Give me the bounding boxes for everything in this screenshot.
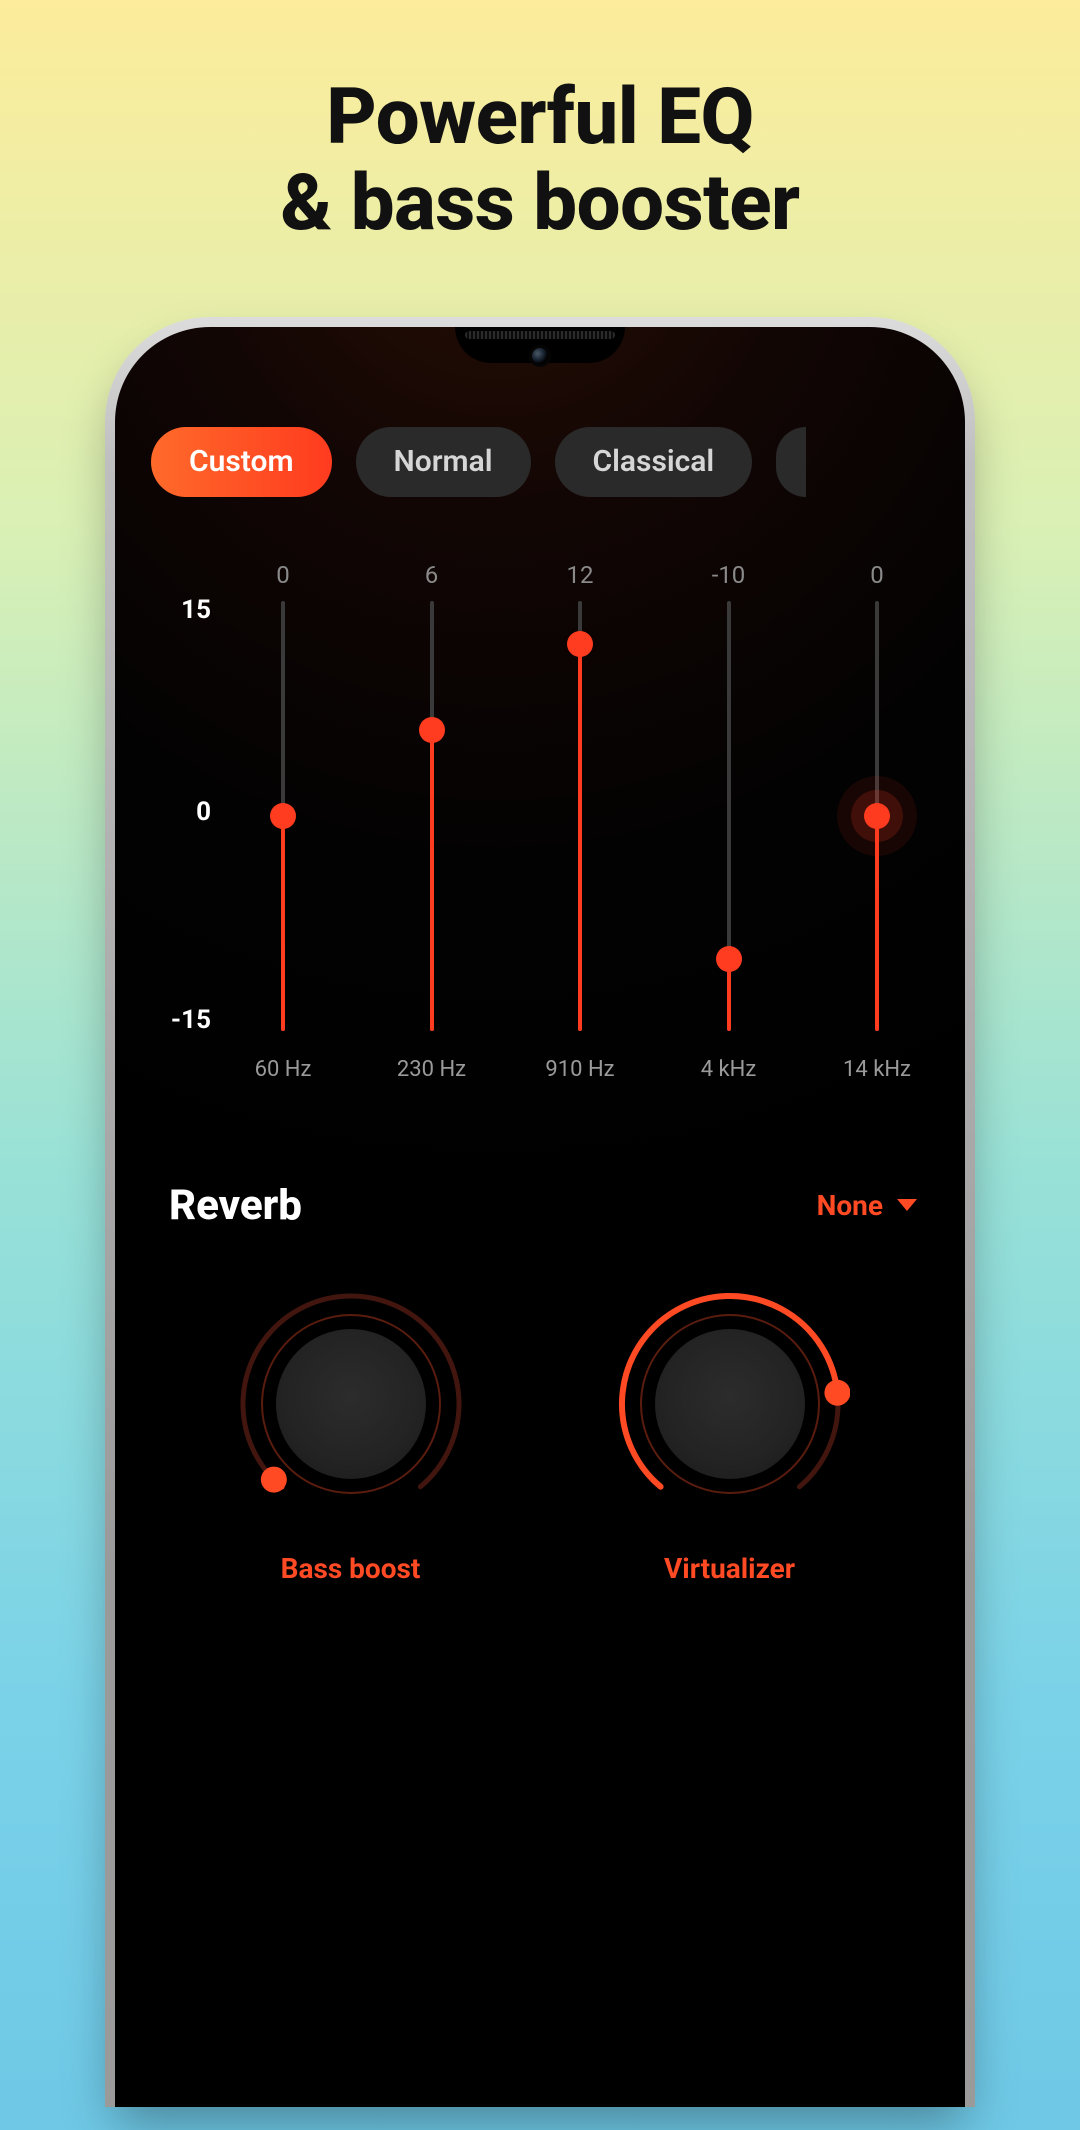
reverb-row: Reverb None xyxy=(151,1181,929,1230)
eq-slider-fill xyxy=(578,644,582,1031)
preset-pill-more[interactable] xyxy=(776,427,806,497)
eq-slider-thumb[interactable] xyxy=(864,803,890,829)
eq-slider-thumb[interactable] xyxy=(419,717,445,743)
preset-pill-custom[interactable]: Custom xyxy=(151,427,332,497)
knob-arc xyxy=(231,1284,471,1524)
eq-slider-freq: 230 Hz xyxy=(397,1057,466,1082)
knobs-row: Bass boost Virtualizer xyxy=(151,1284,929,1585)
eq-slider-freq: 60 Hz xyxy=(255,1057,312,1082)
eq-slider-group: 15 0 -15 060 Hz6230 Hz12910 Hz-104 kHz01… xyxy=(151,561,929,1121)
bass-boost-knob[interactable] xyxy=(231,1284,471,1524)
eq-slider-value: 6 xyxy=(425,561,439,601)
eq-slider-track xyxy=(727,601,731,1031)
phone-mockup: Custom Normal Classical 15 0 -15 0 60 Hz 6… xyxy=(105,317,975,2107)
reverb-title: Reverb xyxy=(169,1181,302,1230)
eq-slider-fill xyxy=(430,730,434,1031)
eq-axis: 15 0 -15 xyxy=(151,561,231,1121)
eq-slider-fill xyxy=(281,816,285,1031)
preset-pill-classical[interactable]: Classical xyxy=(555,427,753,497)
promo-headline: Powerful EQ & bass booster xyxy=(280,75,799,247)
eq-slider-1[interactable]: 0 60 Hz xyxy=(237,561,329,1121)
eq-slider-2[interactable]: 6 230 Hz xyxy=(386,561,478,1121)
axis-max: 15 xyxy=(151,595,211,625)
eq-slider-4[interactable]: -10 4 kHz xyxy=(683,561,775,1121)
eq-slider-thumb[interactable] xyxy=(716,946,742,972)
eq-slider-value: 12 xyxy=(567,561,594,601)
knob-arc xyxy=(610,1284,850,1524)
reverb-select[interactable]: None xyxy=(817,1189,917,1222)
axis-min: -15 xyxy=(151,1005,211,1035)
preset-row: Custom Normal Classical xyxy=(151,427,929,497)
eq-slider-freq: 14 kHz xyxy=(843,1057,911,1082)
chevron-down-icon xyxy=(897,1199,917,1211)
eq-slider-value: 0 xyxy=(870,561,884,601)
virtualizer-knob[interactable] xyxy=(610,1284,850,1524)
eq-slider-3[interactable]: 12 910 Hz xyxy=(534,561,626,1121)
axis-zero: 0 xyxy=(151,797,211,827)
eq-slider-track xyxy=(578,601,582,1031)
bass-boost-label: Bass boost xyxy=(281,1552,421,1585)
eq-slider-track xyxy=(430,601,434,1031)
eq-slider-thumb[interactable] xyxy=(567,631,593,657)
eq-slider-track xyxy=(281,601,285,1031)
knob-col-bass: Bass boost xyxy=(231,1284,471,1585)
headline-line-2: & bass booster xyxy=(280,161,799,247)
eq-slider-freq: 910 Hz xyxy=(545,1057,614,1082)
virtualizer-label: Virtualizer xyxy=(664,1552,795,1585)
preset-pill-normal[interactable]: Normal xyxy=(356,427,531,497)
phone-screen: Custom Normal Classical 15 0 -15 0 60 Hz 6… xyxy=(115,327,965,2107)
knob-col-virtualizer: Virtualizer xyxy=(610,1284,850,1585)
eq-slider-track xyxy=(875,601,879,1031)
eq-slider-freq: 4 kHz xyxy=(701,1057,757,1082)
eq-slider-thumb[interactable] xyxy=(270,803,296,829)
reverb-select-value: None xyxy=(817,1189,883,1222)
eq-slider-5[interactable]: 0 14 kHz xyxy=(831,561,923,1121)
headline-line-1: Powerful EQ xyxy=(280,75,799,161)
eq-slider-value: -10 xyxy=(712,561,746,601)
eq-slider-value: 0 xyxy=(276,561,290,601)
